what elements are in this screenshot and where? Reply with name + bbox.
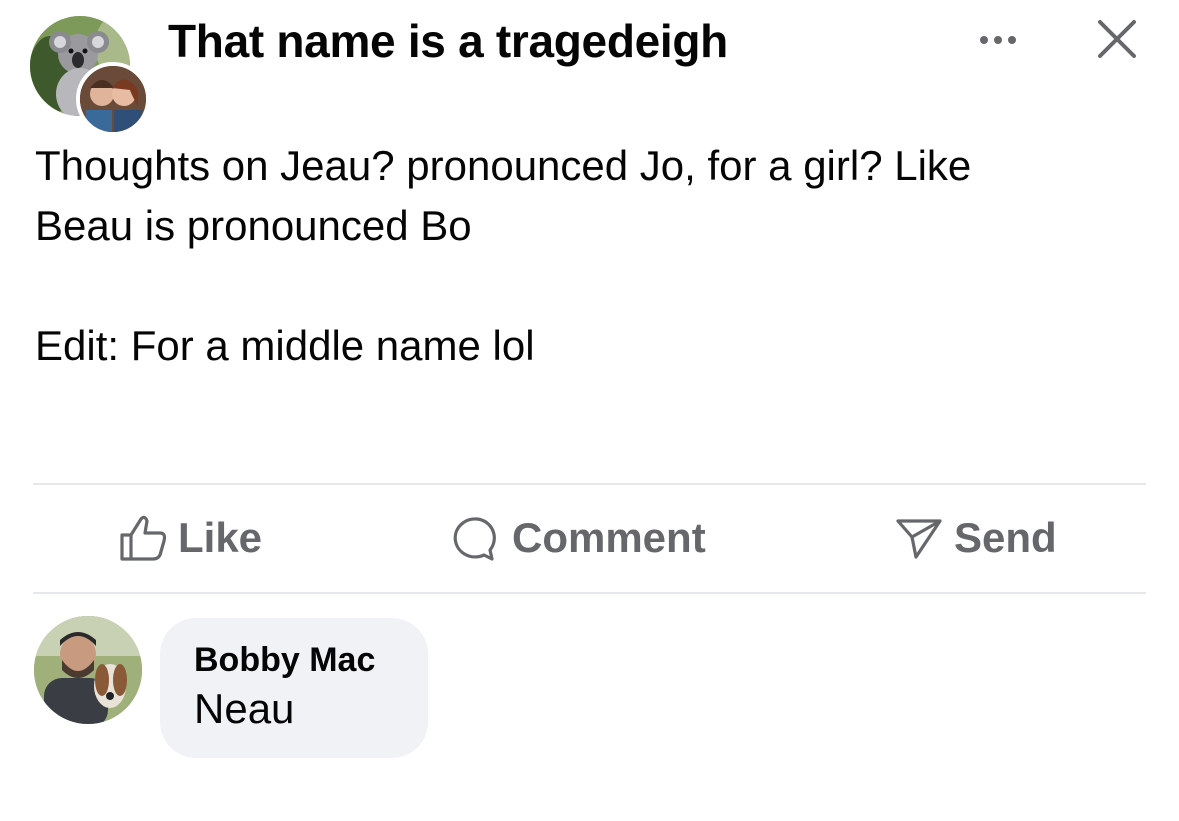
like-label: Like xyxy=(178,514,263,561)
close-button[interactable] xyxy=(1092,14,1142,64)
post-text-line-2: Beau is pronounced Bo xyxy=(35,202,472,249)
avatar-group[interactable] xyxy=(30,16,150,136)
comment-author[interactable]: Bobby Mac xyxy=(194,638,428,682)
comment-item: Bobby Mac Neau xyxy=(0,606,1179,776)
post-edit-note: Edit: For a middle name lol xyxy=(35,322,535,369)
comment-label: Comment xyxy=(512,514,706,561)
more-options-icon xyxy=(980,36,1016,44)
send-label: Send xyxy=(954,514,1057,561)
comment-button[interactable]: Comment xyxy=(450,510,706,566)
user-profile-photo-icon[interactable] xyxy=(76,62,150,136)
send-button[interactable]: Send xyxy=(892,510,1057,566)
comment-text: Neau xyxy=(194,685,295,732)
like-button[interactable]: Like xyxy=(116,510,262,566)
post-text-line-1: Thoughts on Jeau? pronounced Jo, for a g… xyxy=(35,142,972,189)
divider-bottom xyxy=(33,592,1146,594)
post-header: That name is a tragedeigh xyxy=(0,0,1179,136)
speech-bubble-icon xyxy=(453,517,496,561)
post-body: Thoughts on Jeau? pronounced Jo, for a g… xyxy=(35,136,1155,369)
more-options-button[interactable] xyxy=(968,20,1028,60)
action-bar: Like Comment Send xyxy=(0,486,1179,592)
close-icon xyxy=(1098,20,1136,58)
paper-plane-icon xyxy=(896,519,942,559)
commenter-photo-icon[interactable] xyxy=(34,616,142,724)
page-title[interactable]: That name is a tragedeigh xyxy=(168,14,728,68)
divider-top xyxy=(33,483,1146,485)
thumbs-up-icon xyxy=(120,515,167,561)
comment-bubble[interactable]: Bobby Mac Neau xyxy=(160,618,428,758)
